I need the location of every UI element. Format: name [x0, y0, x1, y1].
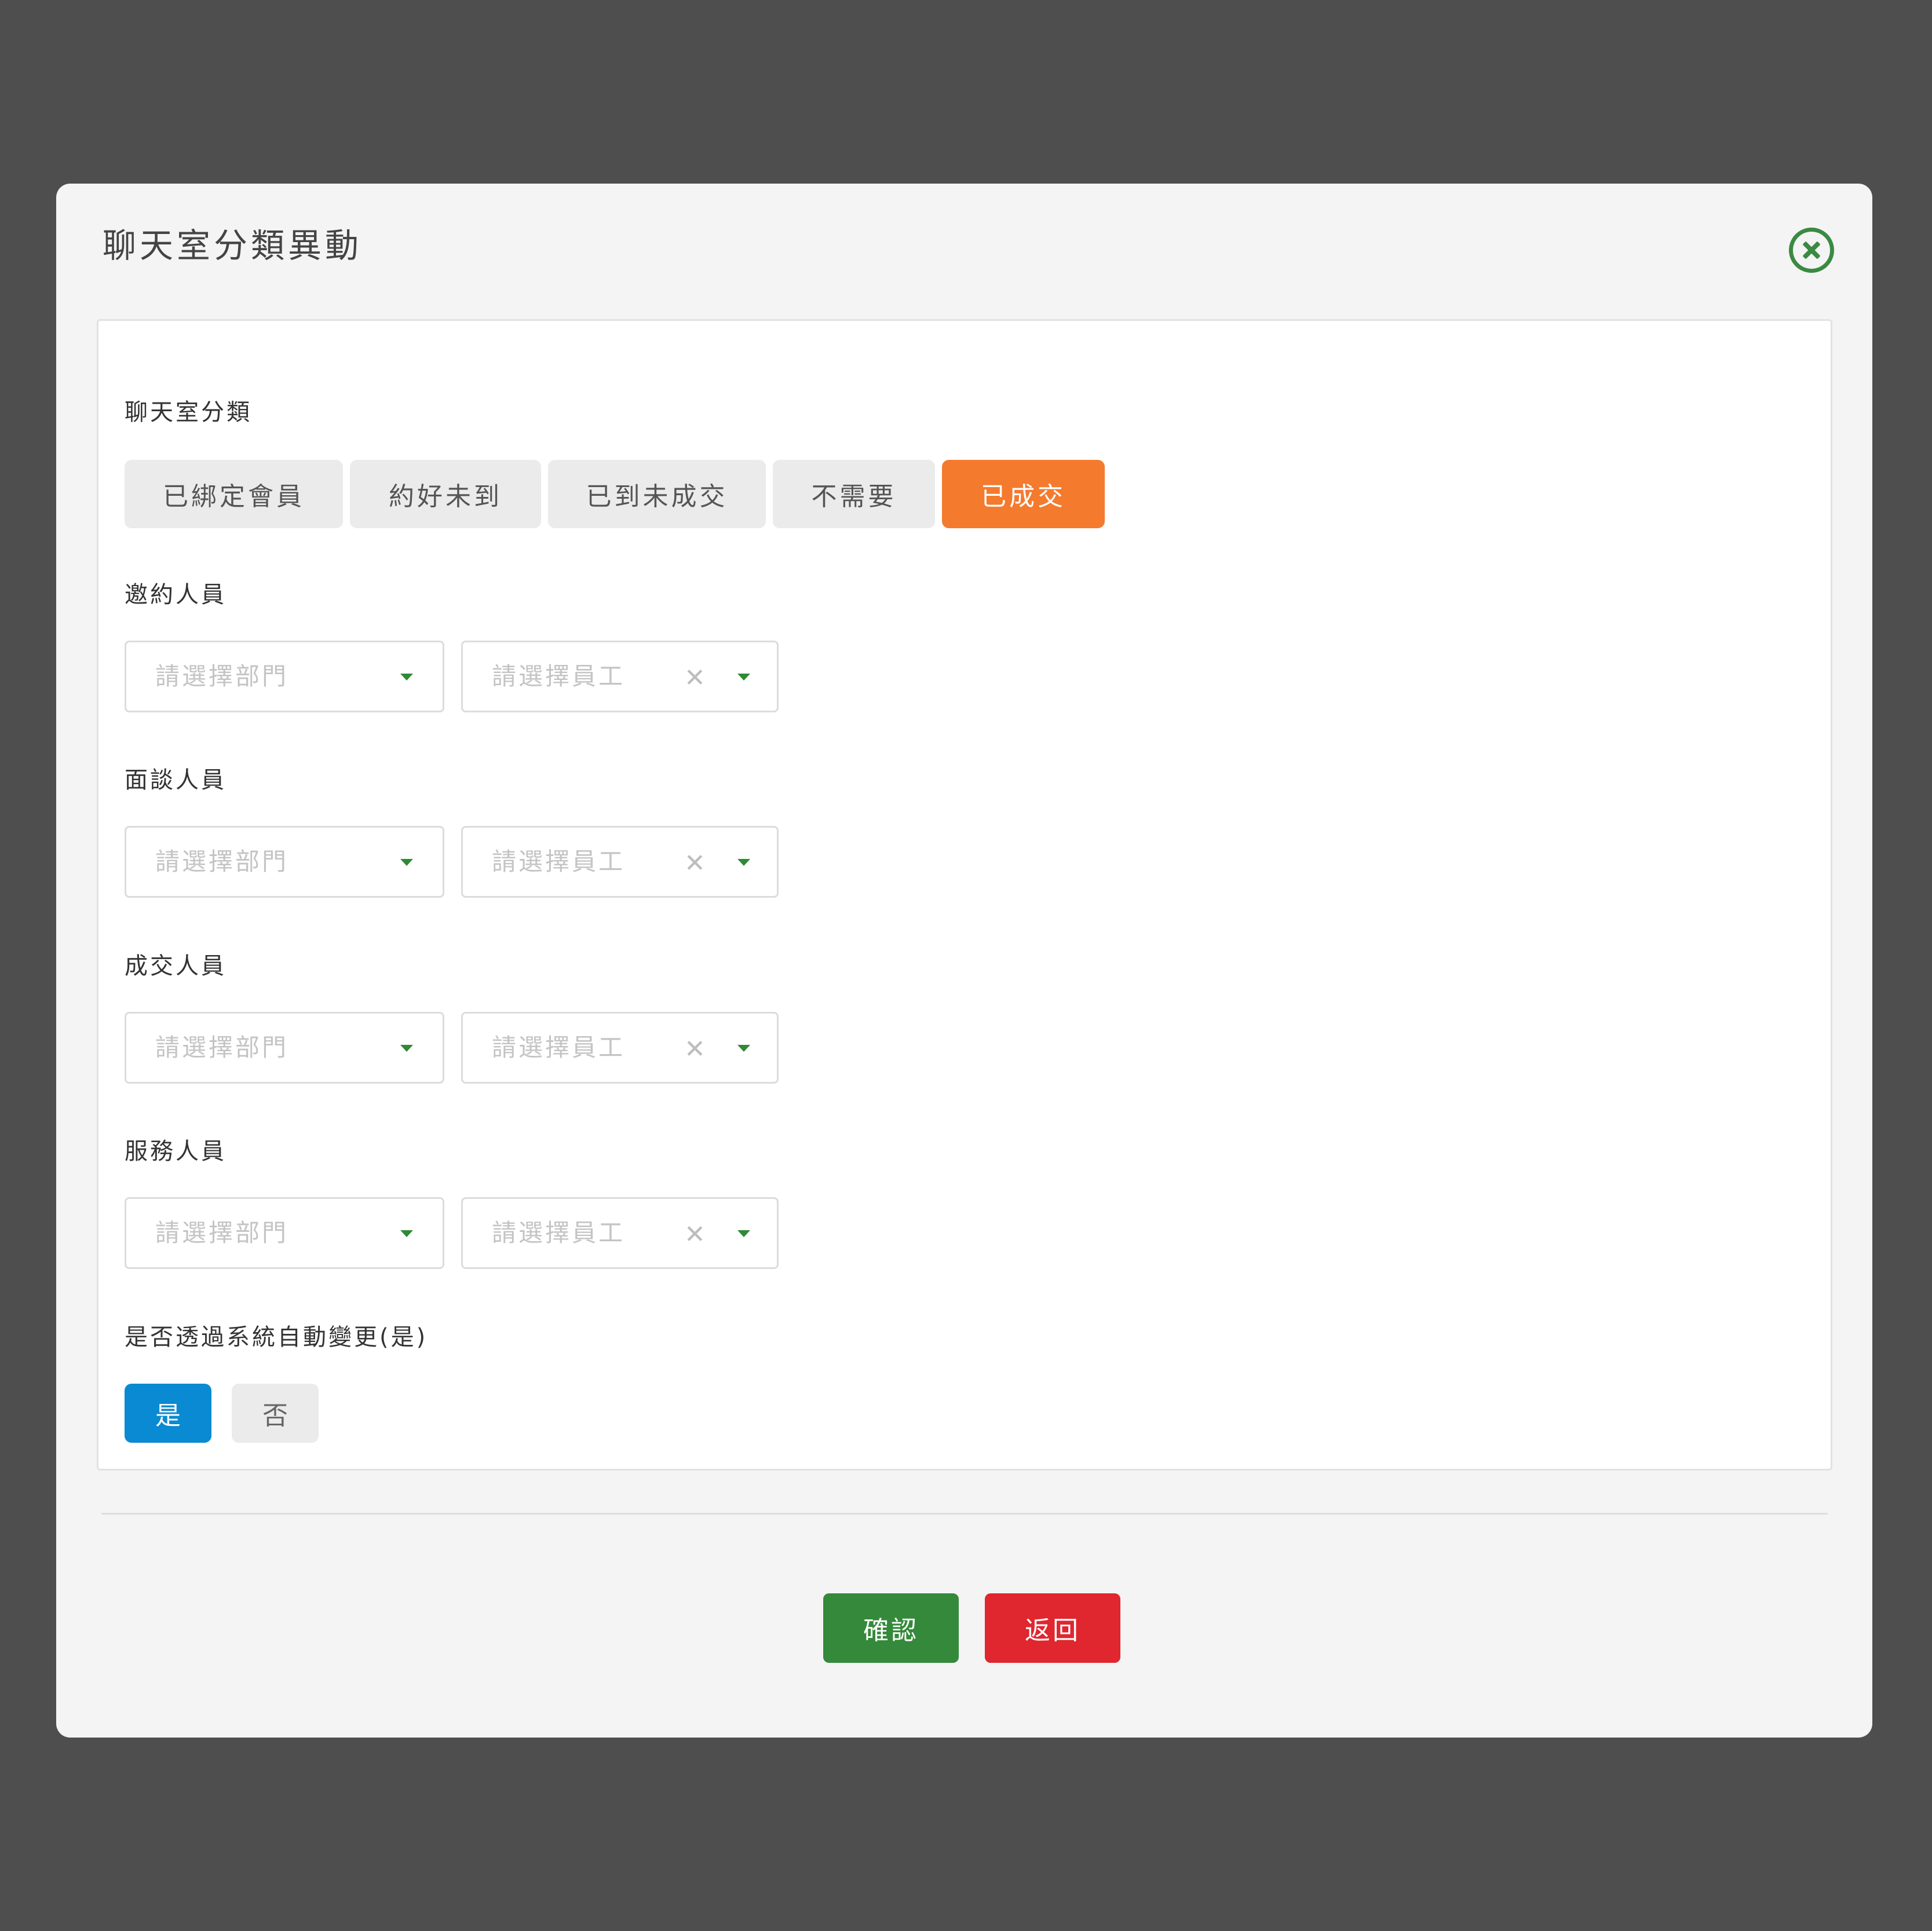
confirm-button[interactable]: 確認 — [823, 1593, 959, 1663]
category-option-closed-deal[interactable]: 已成交 — [942, 460, 1105, 528]
chevron-down-icon — [737, 1045, 750, 1052]
interviewer-employee-placeholder: 請選擇員工 — [492, 847, 626, 876]
chevron-down-icon — [400, 1230, 413, 1237]
category-option-bound-member[interactable]: 已綁定會員 — [125, 460, 343, 528]
service-dept-select[interactable]: 請選擇部門 — [125, 1197, 444, 1269]
footer-divider — [101, 1513, 1828, 1515]
interviewer-label: 面談人員 — [125, 767, 227, 793]
interviewer-employee-select[interactable]: 請選擇員工 ✕ — [461, 826, 779, 898]
inviter-dept-placeholder: 請選擇部門 — [155, 662, 289, 690]
inviter-label: 邀約人員 — [125, 582, 227, 608]
service-employee-select[interactable]: 請選擇員工 ✕ — [461, 1197, 779, 1269]
category-change-modal: 聊天室分類異動 聊天室分類 已綁定會員 約好未到 已到未成交 不需要 已成交 邀… — [56, 184, 1872, 1738]
chevron-down-icon — [400, 674, 413, 681]
service-dept-placeholder: 請選擇部門 — [155, 1219, 289, 1247]
closer-label: 成交人員 — [125, 953, 227, 979]
category-option-not-needed[interactable]: 不需要 — [773, 460, 935, 528]
inviter-employee-placeholder: 請選擇員工 — [492, 662, 626, 690]
category-option-no-show[interactable]: 約好未到 — [350, 460, 541, 528]
inviter-employee-select[interactable]: 請選擇員工 ✕ — [461, 641, 779, 712]
auto-change-yes-button[interactable]: 是 — [125, 1384, 211, 1443]
chevron-down-icon — [737, 859, 750, 866]
clear-icon[interactable]: ✕ — [684, 1037, 706, 1062]
closer-dept-placeholder: 請選擇部門 — [155, 1033, 289, 1062]
chevron-down-icon — [400, 859, 413, 866]
closer-dept-select[interactable]: 請選擇部門 — [125, 1012, 444, 1084]
inviter-dept-select[interactable]: 請選擇部門 — [125, 641, 444, 712]
chevron-down-icon — [737, 1230, 750, 1237]
modal-title: 聊天室分類異動 — [103, 226, 363, 265]
clear-icon[interactable]: ✕ — [684, 1222, 706, 1248]
closer-employee-select[interactable]: 請選擇員工 ✕ — [461, 1012, 779, 1084]
clear-icon[interactable]: ✕ — [684, 665, 706, 691]
close-icon[interactable] — [1789, 228, 1834, 273]
category-option-not-closed[interactable]: 已到未成交 — [548, 460, 766, 528]
service-label: 服務人員 — [125, 1138, 227, 1165]
closer-employee-placeholder: 請選擇員工 — [492, 1033, 626, 1062]
service-employee-placeholder: 請選擇員工 — [492, 1219, 626, 1247]
chevron-down-icon — [737, 674, 750, 681]
auto-change-label: 是否透過系統自動變更(是) — [125, 1324, 428, 1351]
chevron-down-icon — [400, 1045, 413, 1052]
category-label: 聊天室分類 — [125, 399, 252, 426]
back-button[interactable]: 返回 — [985, 1593, 1120, 1663]
auto-change-no-button[interactable]: 否 — [232, 1384, 319, 1443]
interviewer-dept-select[interactable]: 請選擇部門 — [125, 826, 444, 898]
clear-icon[interactable]: ✕ — [684, 851, 706, 876]
interviewer-dept-placeholder: 請選擇部門 — [155, 847, 289, 876]
form-panel: 聊天室分類 已綁定會員 約好未到 已到未成交 不需要 已成交 邀約人員 請選擇部… — [97, 319, 1832, 1471]
